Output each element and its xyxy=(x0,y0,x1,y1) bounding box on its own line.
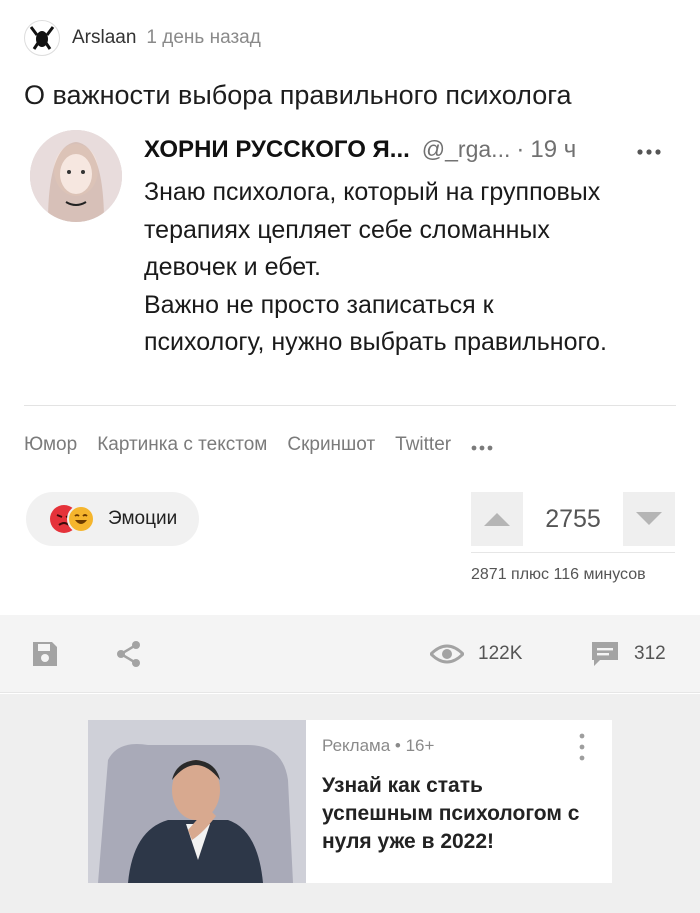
tweet-screenshot[interactable]: ХОРНИ РУССКОГО Я... @_rga... · 19 ч Знаю… xyxy=(30,128,680,378)
downvote-button[interactable] xyxy=(623,492,675,546)
author-name[interactable]: Arslaan xyxy=(72,27,136,49)
vote-breakdown: 2871 плюс 116 минусов xyxy=(471,566,646,583)
tweet-avatar xyxy=(30,130,122,222)
tweet-time: 19 ч xyxy=(530,136,577,163)
tweet-line: Важно не просто записаться к xyxy=(144,290,494,319)
upvote-button[interactable] xyxy=(471,492,523,546)
author-avatar-image xyxy=(26,22,58,54)
tag-screenshot[interactable]: Скриншот xyxy=(287,434,375,456)
more-tags-icon[interactable] xyxy=(471,435,493,456)
tag-humor[interactable]: Юмор xyxy=(24,434,77,456)
emotions-icons xyxy=(50,504,96,534)
eye-icon xyxy=(430,644,464,664)
ad-card[interactable]: Реклама • 16+ Узнай как стать успешным п… xyxy=(88,720,612,883)
tweet-text: Знаю психолога, который на групповых тер… xyxy=(144,174,684,362)
post-time: 1 день назад xyxy=(146,27,261,48)
comment-icon xyxy=(592,642,618,666)
rating-value: 2755 xyxy=(545,505,601,533)
save-icon xyxy=(33,642,57,666)
tweet-handle: @_rga... xyxy=(421,136,511,162)
triangle-down-icon xyxy=(636,512,662,525)
laughing-face-icon xyxy=(67,505,95,533)
emotions-button[interactable]: Эмоции xyxy=(26,492,200,546)
save-button[interactable] xyxy=(30,615,60,693)
tweet-author-name: ХОРНИ РУССКОГО Я... xyxy=(144,136,410,163)
post-action-bar: 122K 312 xyxy=(0,615,700,693)
tweet-separator: · xyxy=(516,136,525,163)
emotions-label: Эмоции xyxy=(108,508,178,529)
more-dots-icon xyxy=(636,136,662,162)
views-counter: 122K xyxy=(430,615,522,693)
ad-label: Реклама • 16+ xyxy=(322,736,435,755)
share-icon xyxy=(117,641,140,667)
views-count: 122K xyxy=(478,643,523,664)
comments-button[interactable]: 312 xyxy=(590,615,666,693)
ad-title[interactable]: Узнай как стать успешным психологом с ну… xyxy=(322,772,592,856)
tweet-line: девочек и ебет. xyxy=(144,253,321,281)
tag-picture-with-text[interactable]: Картинка с текстом xyxy=(97,434,267,456)
ad-image xyxy=(88,720,306,883)
post-title[interactable]: О важности выбора правильного психолога xyxy=(24,80,572,111)
tweet-line: Знаю психолога, который на групповых xyxy=(144,178,601,206)
comments-count: 312 xyxy=(634,643,666,664)
ad-menu-icon[interactable] xyxy=(576,732,588,762)
tweet-line: психологу, нужно выбрать правильного. xyxy=(144,328,607,356)
tweet-line: терапиях цепляет себе сломанных xyxy=(144,215,550,244)
triangle-up-icon xyxy=(484,513,510,526)
ad-section: Реклама • 16+ Узнай как стать успешным п… xyxy=(0,694,700,913)
tag-list: Юмор Картинка с текстом Скриншот Twitter xyxy=(24,434,493,456)
divider xyxy=(24,405,676,406)
tweet-header: ХОРНИ РУССКОГО Я... @_rga... · 19 ч xyxy=(144,136,576,164)
post-author-row[interactable]: Arslaan 1 день назад xyxy=(24,20,261,56)
author-avatar[interactable] xyxy=(24,20,60,56)
vote-separator xyxy=(471,552,675,553)
vote-widget: 2755 xyxy=(471,492,675,546)
share-button[interactable] xyxy=(116,615,142,693)
tag-twitter[interactable]: Twitter xyxy=(395,434,451,456)
